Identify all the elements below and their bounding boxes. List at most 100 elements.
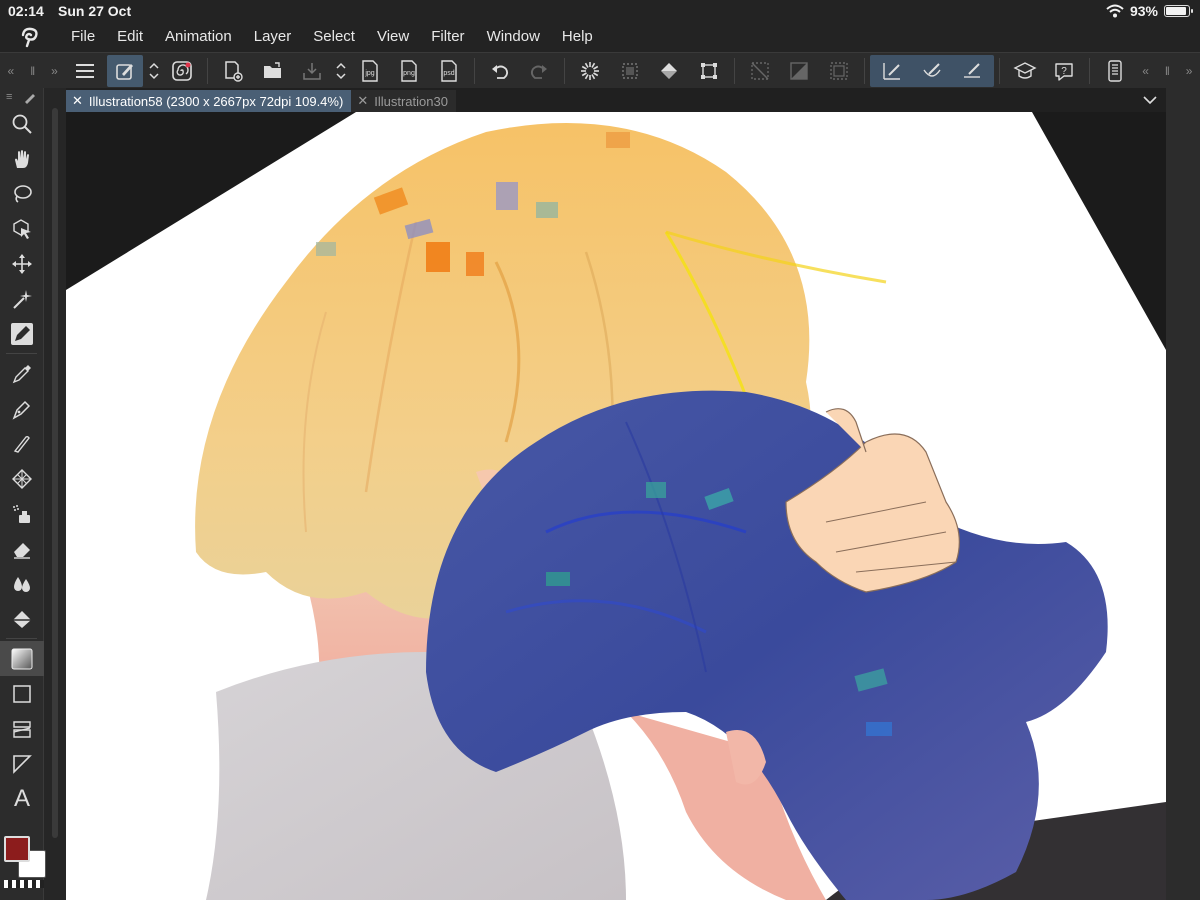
select-object-icon[interactable] — [0, 211, 44, 246]
spinner-ray — [581, 71, 587, 76]
svg-text:?: ? — [1061, 66, 1067, 77]
text-tool-label: A — [13, 784, 30, 812]
right-panel-strip[interactable] — [1166, 88, 1200, 900]
blend-icon[interactable] — [0, 566, 44, 601]
hand-icon[interactable] — [0, 141, 44, 176]
menu-select[interactable]: Select — [302, 22, 366, 52]
transparent-swatch[interactable] — [4, 880, 44, 888]
collapse-left-icon[interactable]: « — [0, 53, 22, 89]
tool-panel-header: ≡ — [0, 88, 43, 106]
collapse-right-icon[interactable]: « — [1135, 53, 1157, 89]
redo-icon[interactable] — [522, 55, 558, 87]
artwork — [66, 112, 1166, 900]
save-icon[interactable] — [294, 55, 330, 87]
psd-export-icon[interactable]: psd — [431, 55, 467, 87]
close-icon[interactable]: ✕ — [72, 93, 83, 109]
drawing-canvas[interactable] — [66, 112, 1166, 900]
fill-bucket-icon[interactable] — [651, 55, 687, 87]
tab-illustration58[interactable]: ✕ Illustration58 (2300 x 2667px 72dpi 10… — [66, 90, 352, 112]
chevron-down-icon[interactable] — [1140, 91, 1160, 109]
battery-fill — [1166, 7, 1187, 15]
psd-label: psd — [443, 70, 454, 77]
app-logo-icon[interactable] — [0, 22, 60, 52]
menu-animation[interactable]: Animation — [154, 22, 243, 52]
snap-ruler-icon[interactable] — [874, 55, 910, 87]
menu-help[interactable]: Help — [551, 22, 604, 52]
tool-scroll-strip[interactable] — [44, 88, 66, 900]
open-folder-icon[interactable] — [255, 55, 291, 87]
expand-left-icon[interactable]: » — [44, 53, 66, 89]
spinner-ray — [584, 62, 589, 68]
menu-view[interactable]: View — [366, 22, 420, 52]
snap-curve-icon[interactable] — [914, 55, 950, 87]
eraser-icon[interactable] — [0, 531, 44, 566]
menu-icon[interactable] — [67, 55, 103, 87]
pencil-icon[interactable] — [0, 426, 44, 461]
menu-file[interactable]: File — [60, 22, 106, 52]
snap-line-icon[interactable] — [954, 55, 990, 87]
select-dotted-icon[interactable] — [612, 55, 648, 87]
menu-layer[interactable]: Layer — [243, 22, 303, 52]
ruler-icon[interactable] — [0, 746, 44, 781]
rectangle-icon[interactable] — [0, 676, 44, 711]
command-bar: « ‖ » jpg png psd ? « ‖ » — [0, 52, 1200, 88]
transform-icon[interactable] — [691, 55, 727, 87]
close-icon[interactable]: ✕ — [357, 93, 368, 109]
jpg-export-icon[interactable]: jpg — [352, 55, 388, 87]
learn-icon[interactable] — [1007, 55, 1043, 87]
move-icon[interactable] — [0, 246, 44, 281]
png-export-icon[interactable]: png — [392, 55, 428, 87]
undo-icon[interactable] — [482, 55, 518, 87]
lasso-icon[interactable] — [0, 176, 44, 211]
pen-fill-icon[interactable] — [0, 316, 44, 351]
expand-right-icon[interactable]: » — [1178, 53, 1200, 89]
app-screen: 02:14 Sun 27 Oct 93% File Edit Animation… — [0, 0, 1200, 900]
magic-wand-icon[interactable] — [0, 281, 44, 316]
edit-brush-icon[interactable] — [107, 54, 143, 87]
spiral-icon[interactable] — [164, 55, 200, 87]
status-time: 02:14 — [8, 3, 44, 19]
spinner-ray — [593, 65, 599, 70]
panel-handle-right-icon[interactable]: ‖ — [1156, 53, 1178, 89]
menu-edit[interactable]: Edit — [106, 22, 154, 52]
separator — [1089, 57, 1091, 84]
spinner-ray — [584, 73, 589, 79]
status-bar: 02:14 Sun 27 Oct 93% — [0, 0, 1200, 22]
tab-label: Illustration58 (2300 x 2667px 72dpi 109.… — [88, 93, 344, 109]
separator — [564, 57, 566, 84]
chevron-updown-icon[interactable] — [145, 55, 163, 87]
tab-illustration30[interactable]: ✕ Illustration30 — [351, 90, 456, 112]
search-zoom-icon[interactable] — [0, 106, 44, 141]
invert-icon[interactable] — [781, 55, 817, 87]
panel-handle-icon[interactable]: ‖ — [22, 53, 44, 89]
fill-icon[interactable] — [0, 601, 44, 636]
main-color-swatch[interactable] — [4, 836, 30, 862]
separator — [6, 638, 37, 639]
frame-icon[interactable] — [0, 711, 44, 746]
chevron-updown-icon[interactable] — [332, 55, 350, 87]
pattern-icon[interactable] — [0, 461, 44, 496]
separator — [6, 353, 37, 354]
menu-window[interactable]: Window — [476, 22, 551, 52]
text-icon[interactable]: A — [0, 781, 44, 816]
scroll-thumb[interactable] — [52, 108, 58, 838]
select-border-icon[interactable] — [821, 55, 857, 87]
airbrush-icon[interactable] — [0, 496, 44, 531]
tool-panel-menu-icon[interactable]: ≡ — [6, 91, 12, 103]
jpg-label: jpg — [364, 70, 374, 77]
eyedropper-icon[interactable] — [0, 356, 44, 391]
new-canvas-icon[interactable] — [215, 55, 251, 87]
deselect-icon[interactable] — [742, 55, 778, 87]
loading-icon[interactable] — [572, 55, 608, 87]
help-icon[interactable]: ? — [1046, 55, 1082, 87]
separator — [863, 57, 865, 84]
tablet-icon[interactable] — [1097, 55, 1133, 87]
wifi-icon — [1106, 4, 1124, 18]
status-date: Sun 27 Oct — [58, 3, 132, 19]
gradient-icon[interactable] — [0, 641, 44, 676]
color-swatches[interactable] — [2, 836, 46, 880]
menu-filter[interactable]: Filter — [420, 22, 475, 52]
document-tab-bar: ✕ Illustration58 (2300 x 2667px 72dpi 10… — [66, 88, 1166, 112]
pen-icon[interactable] — [0, 391, 44, 426]
snap-group — [869, 54, 994, 87]
